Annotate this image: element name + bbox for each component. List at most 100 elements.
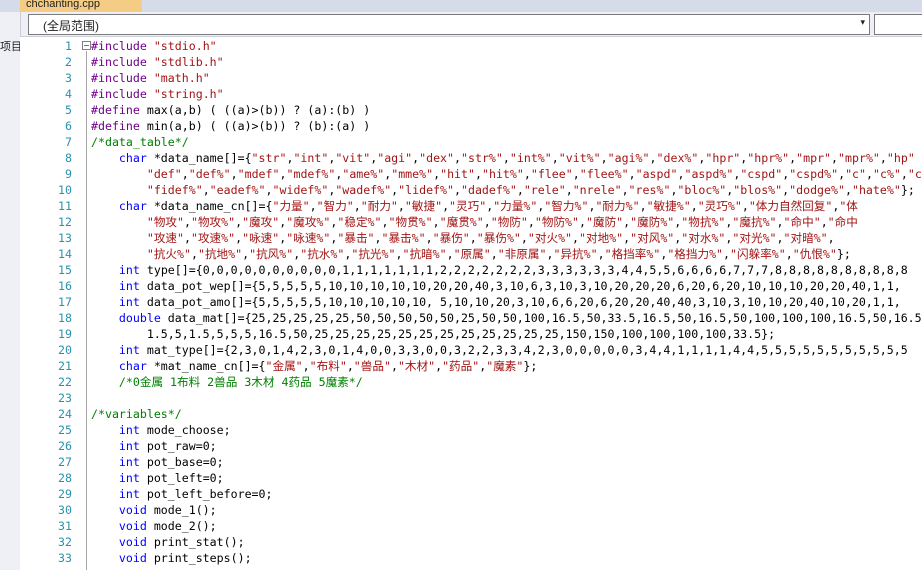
code-token: "金属" (265, 359, 303, 373)
code-token: "物攻%" (190, 215, 236, 229)
code-token: data_pot_amo[]={5,5,5,5,5,10,10,10,10,10… (139, 295, 901, 309)
code-token: "str%" (461, 151, 503, 165)
line-number: 7 (65, 135, 72, 149)
code-token: "dex" (419, 151, 455, 165)
code-token: , (202, 183, 210, 197)
code-token: "仇恨%" (792, 247, 837, 261)
code-token: , (381, 215, 389, 229)
code-line[interactable]: 20 int mat_type[]={2,3,0,1,4,2,3,0,1,4,0… (20, 342, 922, 358)
code-token: }; (836, 247, 851, 261)
code-token: , (776, 231, 784, 245)
code-text: int pot_left_before=0; (91, 486, 273, 502)
code-token: char (118, 151, 147, 165)
code-token: "bloc%" (677, 183, 727, 197)
code-token: "dodge%" (789, 183, 845, 197)
code-text: "攻速","攻速%","咏速","咏速%","暴击","暴击%","暴伤","暴… (91, 230, 835, 246)
code-line[interactable]: 18 double data_mat[]={25,25,25,25,25,50,… (20, 310, 922, 326)
code-line[interactable]: 15 int type[]={0,0,0,0,0,0,0,0,0,0,1,1,1… (20, 262, 922, 278)
code-line[interactable]: 8 char *data_name[]={"str","int","vit","… (20, 150, 922, 166)
line-number: 28 (58, 471, 72, 485)
code-token: #include (91, 71, 154, 85)
code-token: int (118, 471, 140, 485)
code-token: , (690, 199, 698, 213)
code-line[interactable]: 25 int mode_choose; (20, 422, 922, 438)
code-line[interactable]: 1 #include "stdio.h" (20, 38, 922, 54)
code-token: "咏速" (242, 231, 280, 245)
code-line[interactable]: 31 void mode_2(); (20, 518, 922, 534)
code-line[interactable]: 3 #include "math.h" (20, 70, 922, 86)
code-line[interactable]: 27 int pot_base=0; (20, 454, 922, 470)
code-token: , (390, 359, 398, 373)
code-token: "stdio.h" (153, 39, 217, 53)
tab-file[interactable]: chchanting.cpp (20, 0, 142, 12)
code-token: "抗水%" (300, 247, 345, 261)
code-text: char *mat_name_cn[]={"金属","布料","兽品","木材"… (91, 358, 537, 374)
code-line[interactable]: 9 "def","def%","mdef","mdef%","ame%","mm… (20, 166, 922, 182)
code-line[interactable]: 17 int data_pot_amo[]={5,5,5,5,5,10,10,1… (20, 294, 922, 310)
code-line[interactable]: 2 #include "stdlib.h" (20, 54, 922, 70)
code-text: int pot_raw=0; (91, 438, 217, 454)
code-token: "命中 (827, 215, 858, 229)
code-line[interactable]: 21 char *mat_name_cn[]={"金属","布料","兽品","… (20, 358, 922, 374)
code-token: , (181, 167, 189, 181)
code-token: , (628, 167, 636, 181)
code-line[interactable]: 29 int pot_left_before=0; (20, 486, 922, 502)
code-token: "魔攻%" (286, 215, 331, 229)
line-number: 17 (58, 295, 72, 309)
line-number: 10 (58, 183, 72, 197)
code-editor[interactable]: − 1 #include "stdio.h" 2 #include "stdlib.h… (20, 37, 922, 570)
code-token: , (820, 215, 828, 229)
code-token: pot_left=0; (139, 471, 224, 485)
code-token: , (397, 199, 405, 213)
code-token: "eadef%" (209, 183, 266, 197)
code-line[interactable]: 14 "抗火%","抗地%","抗风%","抗水%","抗光%","抗暗%","… (20, 246, 922, 262)
code-token: , (844, 183, 852, 197)
code-line[interactable]: 32 void print_stat(); (20, 534, 922, 550)
code-line[interactable]: 33 void print_steps(); (20, 550, 922, 566)
code-line[interactable]: 11 char *data_name_cn[]={"力量","智力","耐力",… (20, 198, 922, 214)
code-text: "抗火%","抗地%","抗风%","抗水%","抗光%","抗暗%","原属"… (91, 246, 851, 262)
code-line[interactable]: 10 "fidef%","eadef%","widef%","wadef%","… (20, 182, 922, 198)
code-token: "c%" (873, 167, 901, 181)
member-dropdown[interactable] (874, 14, 922, 35)
code-line[interactable]: 24 /*variables*/ (20, 406, 922, 422)
code-token: , (230, 167, 238, 181)
code-token: "dadef%" (460, 183, 517, 197)
code-token: int (118, 423, 140, 437)
line-number: 16 (58, 279, 72, 293)
code-text: int pot_left=0; (91, 470, 224, 486)
code-line[interactable]: 23 (20, 390, 922, 406)
code-token: "木材" (397, 359, 436, 373)
code-line[interactable]: 12 "物攻","物攻%","魔攻","魔攻%","稳定%","物贯%","魔贯… (20, 214, 922, 230)
code-token: , (475, 167, 482, 181)
code-line[interactable]: 22 /*0金属 1布料 2兽品 3木材 4药品 5魔素*/ (20, 374, 922, 390)
code-token: int (118, 343, 140, 357)
code-text: #define min(a,b) ( ((a)>(b)) ? (b):(a) ) (91, 118, 370, 134)
code-line[interactable]: 16 int data_pot_wep[]={5,5,5,5,5,10,10,1… (20, 278, 922, 294)
code-token: , (741, 199, 749, 213)
code-token: "抗光%" (351, 247, 396, 261)
code-line[interactable]: 13 "攻速","攻速%","咏速","咏速%","暴击","暴击%","暴伤"… (20, 230, 922, 246)
code-line[interactable]: 28 int pot_left=0; (20, 470, 922, 486)
code-line[interactable]: 5 #define max(a,b) ( ((a)>(b)) ? (a):(b) … (20, 102, 922, 118)
code-line[interactable]: 26 int pot_raw=0; (20, 438, 922, 454)
code-token: "暴伤%" (476, 231, 521, 245)
code-line[interactable]: 6 #define min(a,b) ( ((a)>(b)) ? (b):(a) … (20, 118, 922, 134)
code-token: "魔贯%" (439, 215, 484, 229)
code-line[interactable]: 30 void mode_1(); (20, 502, 922, 518)
code-token: , (900, 167, 908, 181)
code-token: "敏捷%" (646, 199, 691, 213)
code-token: , (184, 231, 191, 245)
code-line[interactable]: 19 1.5,5,1.5,5,5,5,16.5,50,25,25,25,25,2… (20, 326, 922, 342)
code-line[interactable]: 4 #include "string.h" (20, 86, 922, 102)
code-token: int (118, 295, 140, 309)
side-panel-label[interactable]: 项目 (0, 38, 22, 54)
scope-dropdown[interactable]: (全局范围) ▾ (28, 14, 870, 35)
code-token: mode_2(); (146, 519, 217, 533)
code-text: char *data_name[]={"str","int","vit","ag… (91, 150, 922, 166)
code-line[interactable]: 7 /*data_table*/ (20, 134, 922, 150)
code-token: "cspd%" (789, 167, 839, 181)
